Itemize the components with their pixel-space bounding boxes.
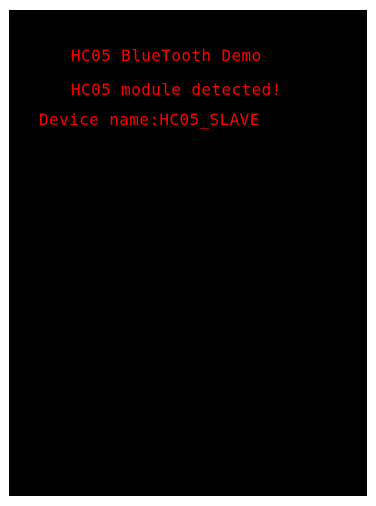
lcd-screen: HC05 BlueTooth Demo HC05 module detected… [9, 10, 367, 496]
title-text: HC05 BlueTooth Demo [71, 46, 262, 65]
device-bezel: HC05 BlueTooth Demo HC05 module detected… [0, 0, 376, 506]
device-name-text: Device name:HC05_SLAVE [39, 110, 260, 129]
module-status-text: HC05 module detected! [71, 80, 282, 99]
